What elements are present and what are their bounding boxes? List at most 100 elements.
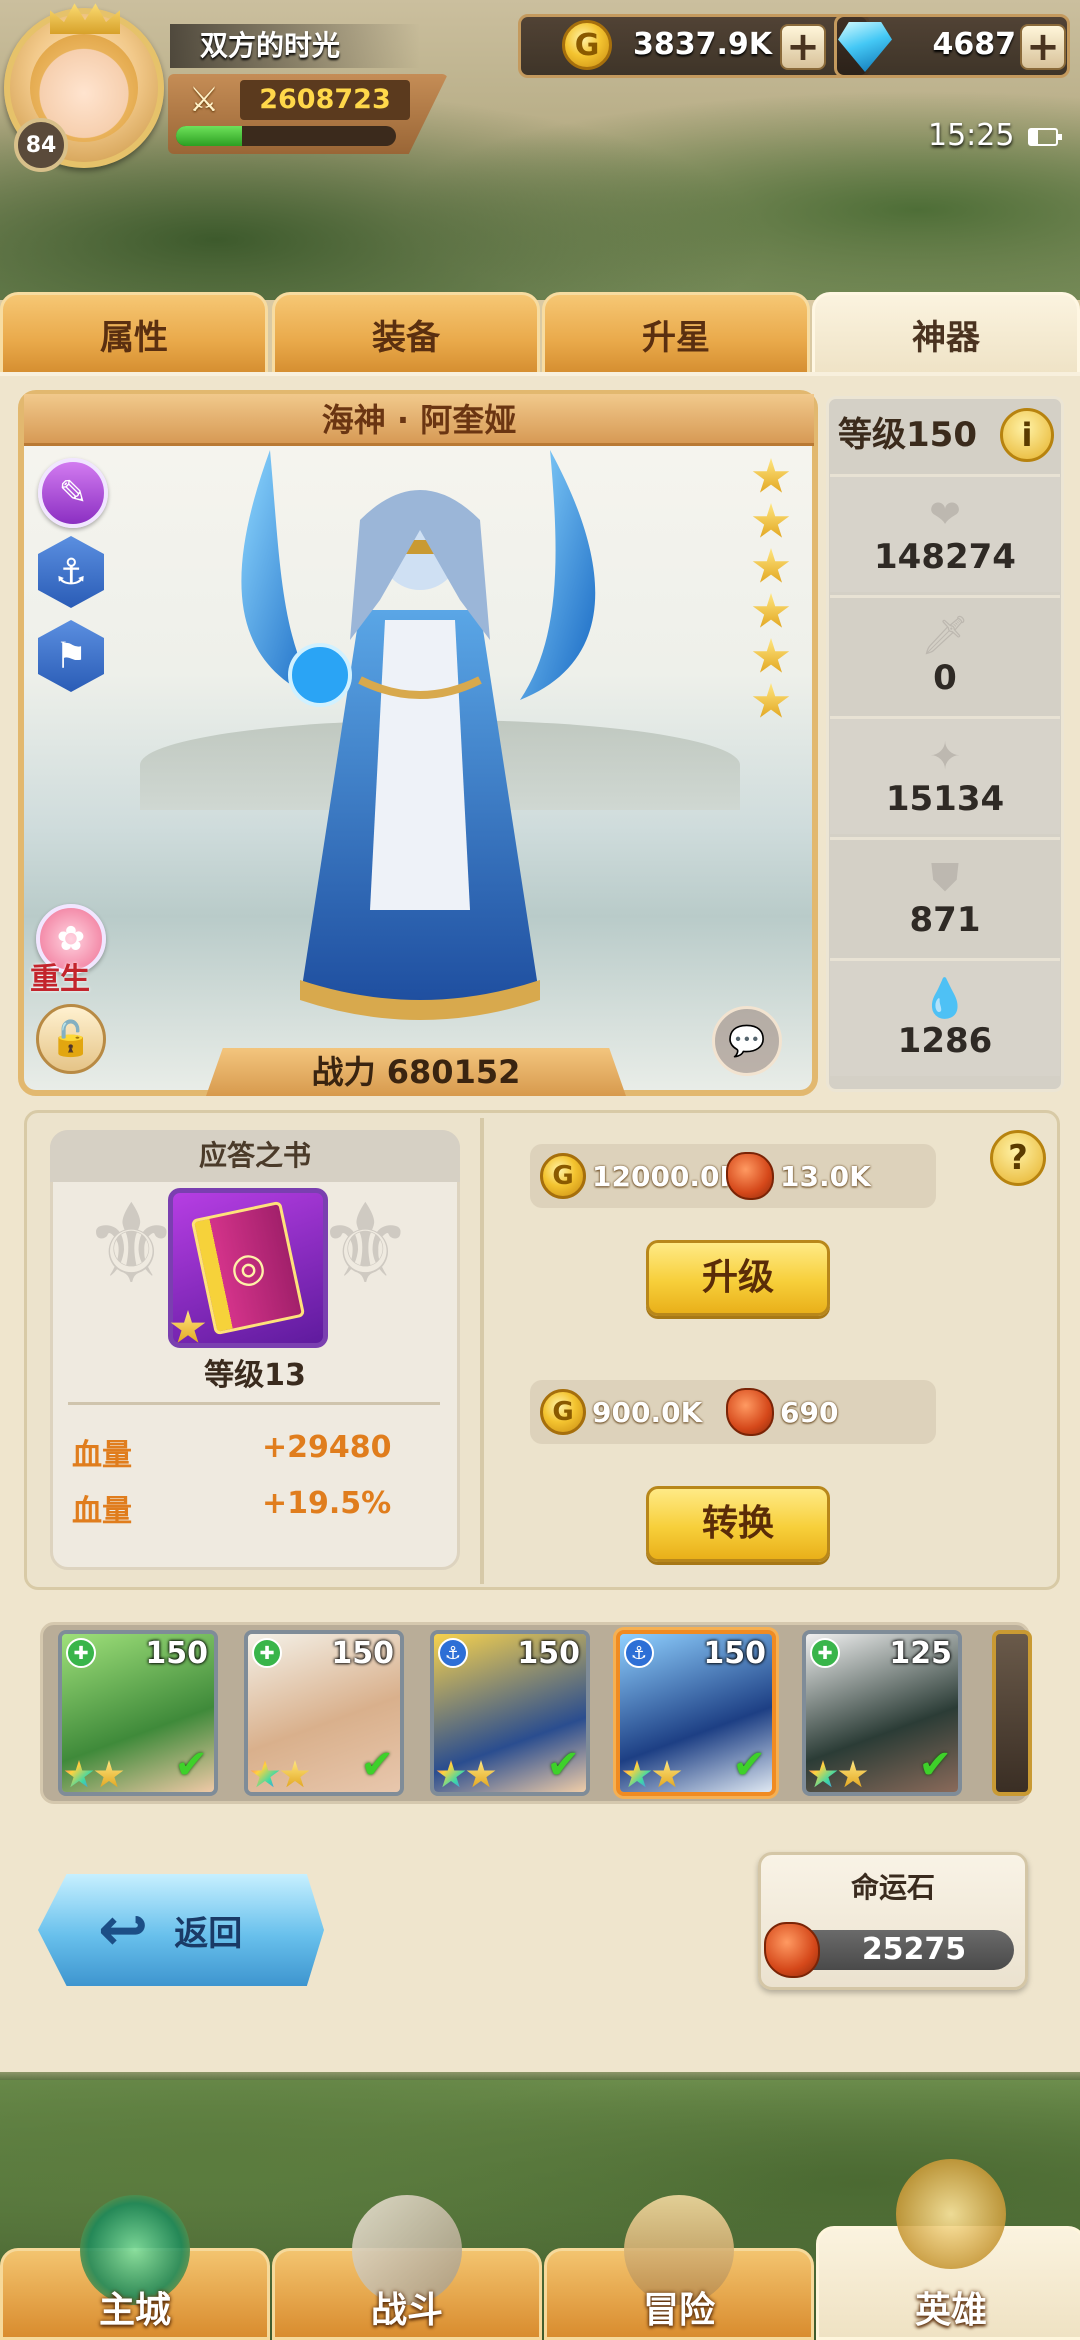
- hero-card[interactable]: ⚓ 150 ✔: [430, 1630, 590, 1796]
- upgrade-button[interactable]: 升级: [646, 1240, 830, 1316]
- healer-class-icon: ✚: [252, 1638, 282, 1668]
- healer-class-icon: ✚: [810, 1638, 840, 1668]
- gold-coin-icon: G: [540, 1153, 586, 1199]
- gold-amount: 3837.9K: [632, 27, 772, 62]
- upgrade-cost-box: G 12000.0K 13.0K: [530, 1144, 936, 1208]
- gold-star-icon: [466, 1760, 496, 1788]
- return-arrow-icon: ↩: [98, 1895, 149, 1965]
- help-button[interactable]: ?: [990, 1130, 1046, 1186]
- add-gold-button[interactable]: +: [780, 24, 826, 70]
- upgrade-stone-cost: 13.0K: [780, 1159, 871, 1193]
- hero-card-stars: [250, 1760, 310, 1790]
- gold-coin-icon: G: [562, 20, 612, 70]
- hero-card[interactable]: ✚ 150 ✔: [58, 1630, 218, 1796]
- fate-stone-icon: [764, 1922, 820, 1978]
- sword-icon: 🗡: [920, 612, 970, 657]
- hero-card-stars: [64, 1760, 124, 1790]
- spark-icon: ✦: [929, 733, 961, 778]
- rebirth-label: 重生: [30, 962, 90, 997]
- check-icon: ✔: [546, 1742, 580, 1788]
- hero-card-stars: [622, 1760, 682, 1790]
- crossed-swords-icon: ⚔: [188, 80, 220, 120]
- nav-label: 英雄: [914, 2290, 987, 2331]
- tab-equipment[interactable]: 装备: [272, 292, 540, 376]
- convert-cost-box: G 900.0K 690: [530, 1380, 936, 1444]
- check-icon: ✔: [360, 1742, 394, 1788]
- artifact-level: 等级13: [204, 1358, 306, 1393]
- hero-card-level: 150: [331, 1636, 394, 1671]
- hero-helmet-icon: [896, 2159, 1006, 2269]
- hero-card-partial[interactable]: [992, 1630, 1032, 1796]
- gold-star-icon: [652, 1760, 682, 1788]
- lock-button[interactable]: 🔓: [36, 1004, 106, 1074]
- bonus-value-2: +19.5%: [262, 1486, 392, 1521]
- rainbow-star-icon: [622, 1760, 652, 1788]
- convert-button[interactable]: 转换: [646, 1486, 830, 1562]
- stat-cell: ❤ 148274: [830, 474, 1060, 592]
- clock-time: 15:25: [928, 118, 1015, 153]
- player-level-badge: 84: [14, 118, 68, 172]
- gold-star-icon: [94, 1760, 124, 1788]
- fate-stone-icon: [726, 1388, 774, 1436]
- rainbow-star-icon: [64, 1760, 94, 1788]
- anchor-icon: ⚓: [54, 551, 88, 593]
- hero-card[interactable]: ✚ 150 ✔: [244, 1630, 404, 1796]
- gold-star-icon: [280, 1760, 310, 1788]
- check-icon: ✔: [918, 1742, 952, 1788]
- chat-button[interactable]: 💬: [712, 1006, 782, 1076]
- bonus-value-1: +29480: [262, 1430, 392, 1465]
- rainbow-star-icon: [808, 1760, 838, 1788]
- battery-icon: [1028, 128, 1062, 146]
- nav-item[interactable]: 英雄: [816, 2159, 1080, 2340]
- exp-bar-fill: [176, 126, 242, 146]
- tab-artifact[interactable]: 神器: [812, 292, 1080, 376]
- convert-gold-cost: 900.0K: [592, 1395, 703, 1429]
- hero-card-level: 150: [703, 1636, 766, 1671]
- flag-icon: ⚑: [54, 635, 88, 677]
- fleur-de-lis-decoration-left: ⚜: [82, 1180, 181, 1308]
- check-icon: ✔: [732, 1742, 766, 1788]
- anchor-class-icon: ⚓: [624, 1638, 654, 1668]
- wand-icon: ✎: [58, 473, 88, 513]
- stat-cell: ✦ 15134: [830, 716, 1060, 834]
- shield-icon: ⛊: [930, 854, 960, 899]
- skill-button[interactable]: ✎: [38, 458, 108, 528]
- add-gems-button[interactable]: +: [1020, 24, 1066, 70]
- stat-cell: 💧 1286: [830, 958, 1060, 1076]
- nav-item[interactable]: 主城: [0, 2195, 270, 2340]
- panel-divider: [480, 1118, 484, 1584]
- check-icon: ✔: [174, 1742, 208, 1788]
- hero-card[interactable]: ✚ 125 ✔: [802, 1630, 962, 1796]
- artifact-title: 应答之书: [50, 1130, 460, 1182]
- nav-item[interactable]: 战斗: [272, 2195, 542, 2340]
- gem-amount: 4687: [932, 27, 1017, 62]
- gold-star-icon: [838, 1760, 868, 1788]
- back-button[interactable]: ↩ 返回: [38, 1874, 324, 1986]
- player-power-value: 2608723: [240, 80, 410, 120]
- artifact-separator: [68, 1402, 440, 1405]
- nav-label: 主城: [98, 2290, 171, 2331]
- exp-bar: [176, 126, 396, 146]
- rainbow-star-icon: [436, 1760, 466, 1788]
- drop-icon: 💧: [921, 975, 969, 1020]
- hero-card-level: 150: [145, 1636, 208, 1671]
- tab-star-up[interactable]: 升星: [542, 292, 810, 376]
- stat-value: 871: [909, 899, 981, 940]
- rainbow-star-icon: [250, 1760, 280, 1788]
- heart-icon: ❤: [929, 491, 961, 536]
- fleur-de-lis-decoration-right: ⚜: [316, 1180, 415, 1308]
- hero-card[interactable]: ⚓ 150 ✔: [616, 1630, 776, 1796]
- hero-name-title: 海神 · 阿奎娅: [24, 394, 814, 446]
- hero-card-stars: [436, 1760, 496, 1790]
- nav-item[interactable]: 冒险: [544, 2195, 814, 2340]
- nav-label: 战斗: [370, 2290, 443, 2331]
- info-button[interactable]: i: [1000, 408, 1054, 462]
- back-button-label: 返回: [174, 1913, 243, 1954]
- stat-cell: 🗡 0: [830, 595, 1060, 713]
- tab-attributes[interactable]: 属性: [0, 292, 268, 376]
- fate-stone-count: 25275: [788, 1930, 1014, 1970]
- bonus-label-2: 血量: [72, 1494, 132, 1529]
- hero-card-level: 150: [517, 1636, 580, 1671]
- magic-book-icon: ◎: [190, 1200, 306, 1336]
- upgrade-gold-cost: 12000.0K: [592, 1159, 742, 1193]
